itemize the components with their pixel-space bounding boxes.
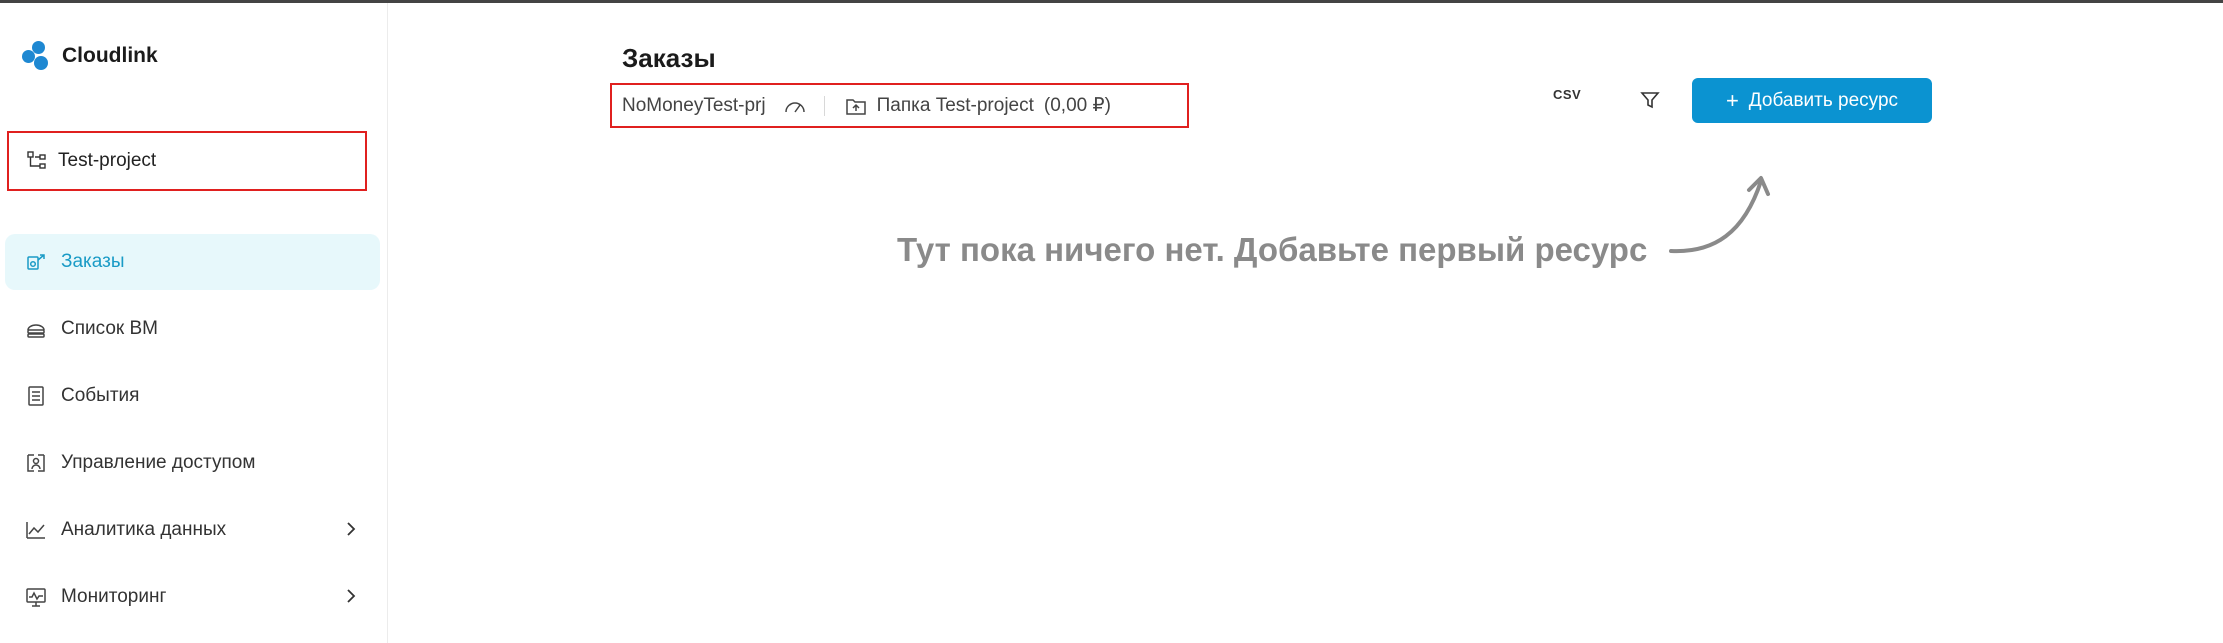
project-id: NoMoneyTest-prj (622, 94, 766, 116)
curved-arrow-icon (1669, 176, 1770, 254)
sidebar-item-label: События (61, 385, 140, 406)
sidebar-item-label: Заказы (61, 251, 125, 272)
folder-label[interactable]: Папка Test-project (877, 95, 1034, 117)
plus-icon: + (1725, 87, 1739, 113)
sidebar-nav: Заказы Список ВМ События Управление дост… (5, 234, 380, 636)
project-tree-icon (27, 151, 46, 169)
main-content: Заказы NoMoneyTest-prj Папка Test-projec… (389, 3, 2223, 643)
vm-list-icon (27, 324, 45, 338)
orders-icon (27, 254, 45, 270)
sidebar-item-access[interactable]: Управление доступом (5, 435, 380, 491)
sidebar-item-monitoring[interactable]: Мониторинг (5, 569, 380, 625)
project-name: Test-project (58, 150, 157, 171)
quota-gauge-icon[interactable] (784, 98, 806, 114)
divider (823, 95, 825, 116)
add-resource-button[interactable]: + Добавить ресурс (1692, 78, 1932, 123)
sidebar-item-events[interactable]: События (5, 368, 380, 424)
filter-icon[interactable] (1639, 89, 1661, 111)
sidebar-item-orders[interactable]: Заказы (5, 234, 380, 290)
page-title: Заказы (622, 43, 716, 73)
sidebar-item-vm-list[interactable]: Список ВМ (5, 301, 380, 357)
cloudlink-logo-icon (22, 41, 52, 71)
chevron-right-icon (347, 522, 356, 536)
add-resource-label: Добавить ресурс (1748, 89, 1899, 111)
sidebar-item-label: Список ВМ (61, 318, 158, 339)
folder-icon (845, 98, 866, 115)
folder-balance: (0,00 ₽) (1043, 95, 1111, 116)
sidebar-item-label: Управление доступом (61, 452, 256, 473)
app-name: Cloudlink (62, 44, 158, 67)
project-meta: NoMoneyTest-prj Папка Test-project (0,00… (610, 83, 1189, 128)
sidebar-item-label: Аналитика данных (61, 519, 227, 540)
project-selector[interactable]: Test-project (7, 131, 367, 191)
sidebar: Cloudlink Test-project Заказы Список ВМ … (0, 3, 388, 643)
sidebar-item-analytics[interactable]: Аналитика данных (5, 502, 380, 558)
logo[interactable]: Cloudlink (22, 41, 158, 71)
access-icon (27, 454, 45, 472)
events-icon (28, 386, 44, 406)
empty-state-message: Тут пока ничего нет. Добавьте первый рес… (897, 231, 1648, 268)
monitoring-icon (26, 588, 46, 607)
analytics-icon (26, 522, 45, 539)
chevron-right-icon (347, 589, 356, 603)
sidebar-item-label: Мониторинг (61, 586, 167, 607)
csv-export-button[interactable]: CSV (1553, 87, 1581, 102)
